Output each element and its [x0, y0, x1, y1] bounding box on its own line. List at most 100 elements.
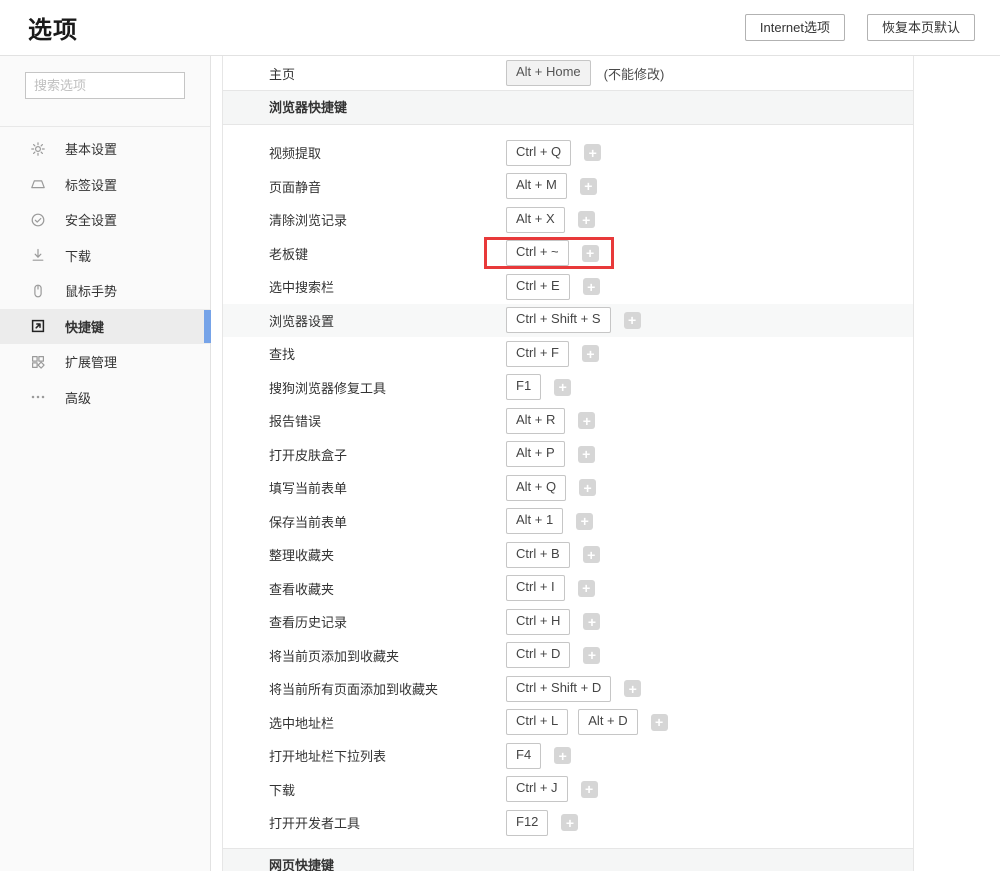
- add-shortcut-button[interactable]: +: [581, 244, 599, 262]
- shortcut-row: 保存当前表单 Alt + 1 +: [223, 505, 913, 539]
- shortcut-label: 查看历史记录: [269, 615, 348, 631]
- shortcut-row: 打开皮肤盒子 Alt + P +: [223, 438, 913, 472]
- sidebar-item-1[interactable]: 标签设置: [0, 167, 210, 203]
- shortcut-row: 打开开发者工具 F12 +: [223, 806, 913, 840]
- add-shortcut-button[interactable]: +: [577, 445, 595, 463]
- shortcut-key-badge[interactable]: Ctrl + I: [506, 575, 565, 602]
- selected-item-accent-bar: [204, 309, 211, 343]
- shortcut-key-badge[interactable]: Ctrl + E: [506, 273, 570, 300]
- sidebar-item-2[interactable]: 安全设置: [0, 202, 210, 238]
- shortcut-label: 视频提取: [269, 146, 322, 162]
- search-input[interactable]: [25, 72, 185, 99]
- sidebar-item-label: 快捷键: [65, 319, 105, 335]
- page-header: 选项 Internet选项 恢复本页默认: [0, 0, 1000, 56]
- shortcut-row: 选中搜索栏 Ctrl + E +: [223, 270, 913, 304]
- gear-icon: [30, 141, 46, 157]
- sidebar-item-4[interactable]: 鼠标手势: [0, 273, 210, 309]
- shortcut-key-badge[interactable]: F1: [506, 374, 542, 401]
- add-shortcut-button[interactable]: +: [579, 177, 597, 195]
- page-title: 选项: [28, 17, 78, 44]
- sidebar-item-5[interactable]: 快捷键: [0, 308, 211, 344]
- sidebar-item-3[interactable]: 下载: [0, 238, 210, 274]
- shortcut-key-badge[interactable]: Ctrl + Shift + D: [506, 675, 612, 702]
- add-shortcut-button[interactable]: +: [583, 646, 601, 664]
- shortcut-key-badge[interactable]: Alt + R: [506, 407, 566, 434]
- add-shortcut-button[interactable]: +: [554, 747, 572, 765]
- shortcut-key-badge[interactable]: Alt + X: [506, 206, 565, 233]
- shortcut-row: 页面静音 Alt + M +: [223, 170, 913, 204]
- shortcut-row: 老板键 Ctrl + ~ +: [223, 237, 913, 271]
- shortcut-key-badge[interactable]: Alt + Q: [506, 474, 567, 501]
- shortcut-label: 打开皮肤盒子: [269, 447, 348, 463]
- add-shortcut-button[interactable]: +: [581, 345, 599, 363]
- add-shortcut-button[interactable]: +: [561, 814, 579, 832]
- tab-icon: [30, 176, 46, 192]
- shortcut-arrow-icon: [30, 318, 46, 334]
- shortcut-key-badge[interactable]: Alt + M: [506, 173, 567, 200]
- add-shortcut-button[interactable]: +: [578, 412, 596, 430]
- sidebar-item-7[interactable]: 高级: [0, 380, 210, 416]
- shortcut-key-badge[interactable]: F4: [506, 742, 542, 769]
- shortcut-row: 查看收藏夹 Ctrl + I +: [223, 572, 913, 606]
- sidebar-item-label: 下载: [65, 248, 92, 264]
- add-shortcut-button[interactable]: +: [623, 311, 641, 329]
- shortcut-label: 清除浏览记录: [269, 213, 348, 229]
- home-shortcut-row: 主页 Alt + Home (不能修改): [223, 56, 913, 90]
- shortcut-key-badge[interactable]: Ctrl + F: [506, 340, 569, 367]
- add-shortcut-button[interactable]: +: [579, 479, 597, 497]
- shortcut-label: 浏览器设置: [269, 313, 335, 329]
- internet-options-button[interactable]: Internet选项: [744, 14, 845, 41]
- shortcut-key-badge[interactable]: F12: [506, 809, 549, 836]
- shortcut-key-badge[interactable]: Alt + 1: [506, 508, 564, 535]
- sidebar-item-6[interactable]: 扩展管理: [0, 344, 210, 380]
- shortcut-key-badge[interactable]: Alt + D: [578, 709, 638, 736]
- shortcut-label: 保存当前表单: [269, 514, 348, 530]
- add-shortcut-button[interactable]: +: [582, 278, 600, 296]
- shortcut-label: 打开地址栏下拉列表: [269, 749, 387, 765]
- shortcut-key-badge[interactable]: Ctrl + L: [506, 709, 569, 736]
- sidebar-item-label: 基本设置: [65, 142, 118, 158]
- shortcut-row: 整理收藏夹 Ctrl + B +: [223, 538, 913, 572]
- shortcut-label: 整理收藏夹: [269, 548, 335, 564]
- shortcut-label: 报告错误: [269, 414, 322, 430]
- shortcut-label: 下载: [269, 782, 296, 798]
- add-shortcut-button[interactable]: +: [624, 680, 642, 698]
- sidebar-search-area: [0, 56, 210, 127]
- add-shortcut-button[interactable]: +: [577, 579, 595, 597]
- ellipsis-icon: [30, 389, 46, 405]
- add-shortcut-button[interactable]: +: [583, 613, 601, 631]
- shortcut-label: 选中地址栏: [269, 715, 335, 731]
- shortcut-key-badge[interactable]: Ctrl + J: [506, 776, 568, 803]
- sidebar-menu: 基本设置标签设置安全设置下载鼠标手势快捷键扩展管理高级: [0, 127, 211, 416]
- shortcut-row: 打开地址栏下拉列表 F4 +: [223, 739, 913, 773]
- shortcut-key-badge[interactable]: Ctrl + ~: [506, 240, 569, 267]
- shortcut-row: 查找 Ctrl + F +: [223, 337, 913, 371]
- add-shortcut-button[interactable]: +: [580, 780, 598, 798]
- add-shortcut-button[interactable]: +: [577, 211, 595, 229]
- add-shortcut-button[interactable]: +: [582, 546, 600, 564]
- sidebar: 基本设置标签设置安全设置下载鼠标手势快捷键扩展管理高级: [0, 56, 211, 871]
- options-panel: 主页 Alt + Home (不能修改) 浏览器快捷键 视频提取 Ctrl + Q…: [222, 56, 914, 871]
- shortcut-key-badge[interactable]: Alt + P: [506, 441, 565, 468]
- shortcut-key-badge[interactable]: Ctrl + D: [506, 642, 571, 669]
- sidebar-item-label: 扩展管理: [65, 355, 118, 371]
- not-editable-note: (不能修改): [603, 66, 665, 82]
- sidebar-item-label: 安全设置: [65, 213, 118, 229]
- add-shortcut-button[interactable]: +: [576, 512, 594, 530]
- shortcut-key-badge[interactable]: Ctrl + H: [506, 608, 571, 635]
- restore-defaults-button[interactable]: 恢复本页默认: [866, 14, 975, 41]
- shortcut-row: 填写当前表单 Alt + Q +: [223, 471, 913, 505]
- shortcut-key-badge[interactable]: Ctrl + Shift + S: [506, 307, 611, 334]
- shortcut-key-badge[interactable]: Ctrl + B: [506, 541, 570, 568]
- sidebar-item-label: 高级: [65, 390, 92, 406]
- shortcut-row: 将当前所有页面添加到收藏夹 Ctrl + Shift + D +: [223, 672, 913, 706]
- add-shortcut-button[interactable]: +: [554, 378, 572, 396]
- shortcut-label: 主页: [269, 66, 296, 82]
- shortcut-row: 选中地址栏 Ctrl + L Alt + D +: [223, 706, 913, 740]
- shortcut-key-badge[interactable]: Ctrl + Q: [506, 139, 572, 166]
- add-shortcut-button[interactable]: +: [650, 713, 668, 731]
- add-shortcut-button[interactable]: +: [584, 144, 602, 162]
- sidebar-item-0[interactable]: 基本设置: [0, 131, 210, 167]
- sidebar-item-label: 标签设置: [65, 177, 118, 193]
- extensions-grid-icon: [30, 354, 46, 370]
